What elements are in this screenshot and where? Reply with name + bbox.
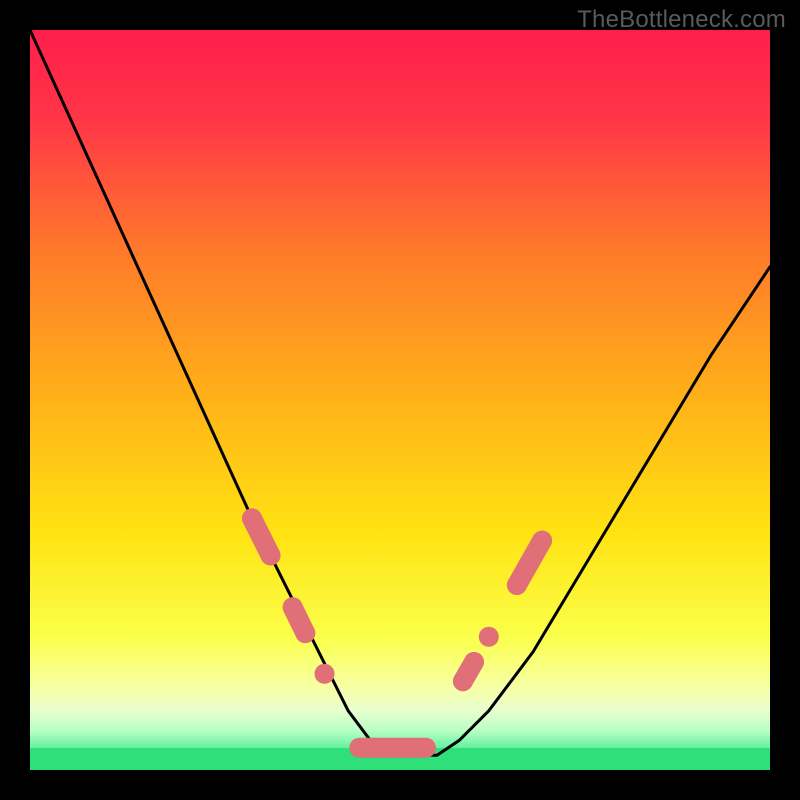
bottleneck-curve xyxy=(30,30,770,755)
bottleneck-curve-path xyxy=(30,30,770,755)
left-dot-2 xyxy=(261,545,281,565)
left-dot-1 xyxy=(242,508,262,528)
chart-overlay xyxy=(30,30,770,770)
chart-frame: TheBottleneck.com xyxy=(0,0,800,800)
right-dot-4 xyxy=(507,575,527,595)
watermark-text: TheBottleneck.com xyxy=(577,6,786,34)
right-dot-6 xyxy=(532,531,552,551)
left-dot-3 xyxy=(283,597,303,617)
marker-dot-layer xyxy=(242,508,552,691)
right-dot-2 xyxy=(464,652,484,672)
right-dot-5 xyxy=(520,553,540,573)
plot-area xyxy=(30,30,770,770)
left-dot-5 xyxy=(315,664,335,684)
right-dot-1 xyxy=(453,671,473,691)
left-dot-4 xyxy=(295,623,315,643)
right-dot-3 xyxy=(479,627,499,647)
